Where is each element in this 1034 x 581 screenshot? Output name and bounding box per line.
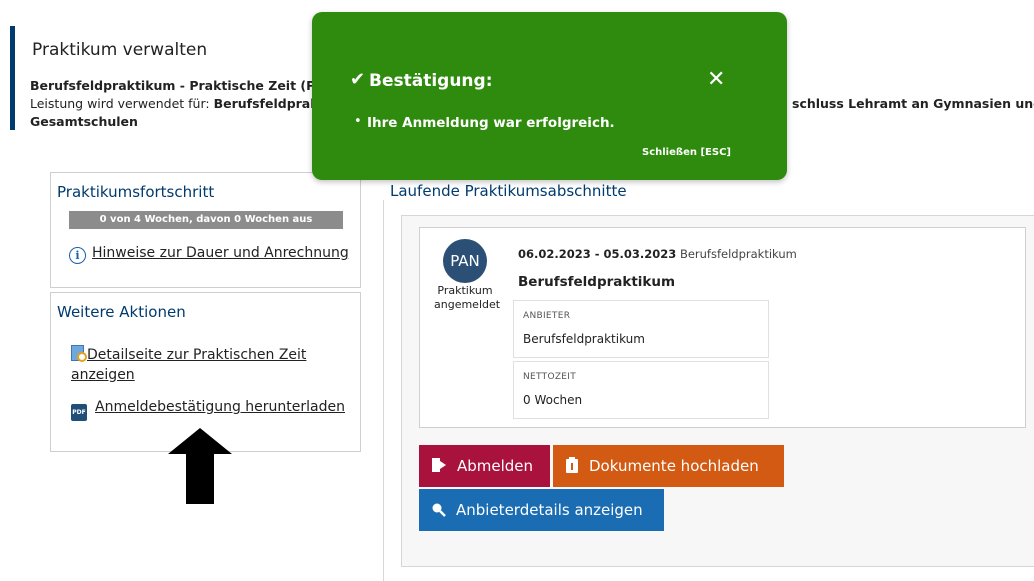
check-icon: ✔ [350, 69, 366, 90]
header-accent-bar [10, 26, 15, 130]
progress-box-title: Praktikumsfortschritt [57, 183, 215, 201]
document-search-icon [71, 345, 87, 362]
unregister-label: Abmelden [457, 457, 534, 475]
exit-door-icon [431, 445, 447, 487]
progress-bar: 0 von 4 Wochen, davon 0 Wochen aus [69, 211, 343, 229]
provider-label: ANBIETER [523, 311, 571, 321]
duration-info-label: Hinweise zur Dauer und Anrechnung [92, 245, 349, 261]
bullet-icon: • [354, 114, 362, 129]
net-time-label: NETTOZEIT [523, 372, 577, 382]
unregister-button[interactable]: Abmelden [419, 445, 550, 487]
running-sections-title: Laufende Praktikumsabschnitte [390, 182, 627, 200]
column-divider [383, 200, 384, 581]
date-range: 06.02.2023 - 05.03.2023 [518, 247, 677, 261]
provider-details-label: Anbieterdetails anzeigen [456, 501, 643, 519]
usage-line-2: Gesamtschulen [30, 114, 138, 129]
progress-box: Praktikumsfortschritt 0 von 4 Wochen, da… [50, 172, 361, 288]
duration-info-link[interactable]: i Hinweise zur Dauer und Anrechnung [69, 245, 349, 264]
download-confirmation-link[interactable]: PDF Anmeldebestätigung herunterladen [71, 399, 345, 421]
provider-field: ANBIETER Berufsfeldpraktikum [513, 300, 769, 358]
practice-subtitle: Berufsfeldpraktikum - Praktische Zeit (P… [30, 78, 356, 93]
toast-title: Bestätigung: [369, 71, 493, 91]
info-icon: i [69, 247, 86, 264]
practice-card-title: Berufsfeldpraktikum [518, 274, 676, 290]
details-page-link[interactable]: Detailseite zur Praktischen Zeit anzeige… [71, 345, 331, 385]
actions-box-title: Weitere Aktionen [57, 303, 186, 321]
page-title: Praktikum verwalten [32, 40, 208, 60]
toast-message: Ihre Anmeldung war erfolgreich. [367, 115, 615, 131]
net-time-value: 0 Wochen [523, 393, 583, 407]
confirmation-toast: ✔ Bestätigung: ✕ • Ihre Anmeldung war er… [312, 12, 787, 180]
download-confirmation-label: Anmeldebestätigung herunterladen [95, 399, 345, 415]
upload-documents-button[interactable]: Dokumente hochladen [553, 445, 784, 487]
provider-value: Berufsfeldpraktikum [523, 332, 645, 346]
date-range-line: 06.02.2023 - 05.03.2023 Berufsfeldprakti… [518, 247, 797, 261]
usage-right-text: schluss Lehramt an Gymnasien und [792, 96, 1034, 111]
clipboard-info-icon [565, 445, 579, 487]
close-icon[interactable]: ✕ [707, 67, 725, 92]
practice-type: Berufsfeldpraktikum [679, 247, 797, 261]
details-page-label: Detailseite zur Praktischen Zeit anzeige… [71, 347, 307, 383]
status-badge: PAN [443, 239, 487, 283]
status-label: Praktikum angemeldet [434, 284, 501, 311]
search-icon [431, 489, 446, 531]
usage-prefix: Leistung wird verwendet für: [30, 96, 214, 111]
close-esc-link[interactable]: Schließen [ESC] [642, 147, 731, 158]
up-arrow-icon [168, 428, 232, 504]
net-time-field: NETTOZEIT 0 Wochen [513, 361, 769, 419]
pdf-icon: PDF [71, 404, 87, 421]
provider-details-button[interactable]: Anbieterdetails anzeigen [419, 489, 664, 531]
upload-documents-label: Dokumente hochladen [589, 457, 759, 475]
